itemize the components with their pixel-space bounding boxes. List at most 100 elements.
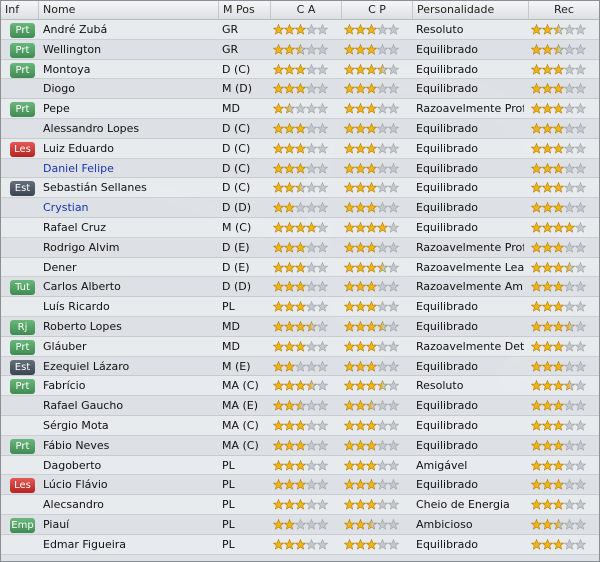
status-badge[interactable]: Prt <box>10 379 35 395</box>
recommendation-cell <box>531 416 599 435</box>
table-row[interactable]: Dagoberto PL Amigável <box>1 455 599 476</box>
player-name[interactable]: Fabrício <box>43 376 218 395</box>
player-name[interactable]: Luís Ricardo <box>43 297 218 316</box>
player-name[interactable]: Dagoberto <box>43 456 218 475</box>
player-name[interactable]: Edmar Figueira <box>43 535 218 554</box>
star-empty-icon <box>387 202 400 213</box>
player-name[interactable]: Montoya <box>43 60 218 79</box>
status-badge[interactable]: Prt <box>10 23 35 38</box>
player-name[interactable]: Wellington <box>43 40 218 59</box>
table-row[interactable]: Est Ezequiel Lázaro M (E) Equilibrado <box>1 356 599 377</box>
star-empty-icon <box>305 122 318 134</box>
status-badge[interactable]: Est <box>10 359 35 375</box>
potential-ability-cell <box>344 357 412 376</box>
status-badge[interactable]: Est <box>10 181 35 197</box>
star-empty-icon <box>305 479 318 491</box>
table-row[interactable]: Luís Ricardo PL Equilibrado <box>1 297 599 317</box>
col-inf-header[interactable]: Inf <box>1 1 39 19</box>
table-row[interactable]: Prt Fábio Neves MA (C) Equilibrado <box>1 435 599 456</box>
table-row[interactable]: Les Lúcio Flávio PL Equilibrado <box>1 475 599 496</box>
table-row[interactable]: Daniel Felipe D (C) Equilibrado <box>1 158 599 179</box>
player-name[interactable]: Alecsandro <box>43 495 218 514</box>
star-full-icon <box>354 360 367 372</box>
star-full-icon <box>541 162 554 174</box>
player-position: D (E) <box>222 240 250 254</box>
status-badge[interactable]: Les <box>10 141 35 157</box>
table-row[interactable]: Alessandro Lopes D (C) Equilibrado <box>1 118 599 139</box>
star-empty-icon <box>387 281 400 293</box>
table-row[interactable]: Rafael Gaucho MA (E) Equilibrado <box>1 396 599 416</box>
status-cell: Prt <box>10 376 36 395</box>
player-name[interactable]: Luiz Eduardo <box>43 139 218 158</box>
table-row[interactable]: Rodrigo Alvim D (E) Razoavelmente Profis..… <box>1 237 599 258</box>
table-row[interactable]: Prt Wellington GR Equilibrado <box>1 39 599 60</box>
table-row[interactable]: Alecsandro PL Cheio de Energia <box>1 495 599 515</box>
table-row[interactable]: Dener D (E) Razoavelmente Leal <box>1 257 599 278</box>
table-row[interactable]: Prt Fabrício MA (C) Resoluto <box>1 376 599 397</box>
status-badge[interactable]: Prt <box>10 62 35 78</box>
player-name[interactable]: Carlos Alberto <box>43 277 218 296</box>
status-badge[interactable]: Prt <box>10 102 35 118</box>
player-name[interactable]: Roberto Lopes <box>43 317 218 336</box>
current-ability-cell <box>273 20 341 39</box>
status-badge[interactable]: Prt <box>10 42 35 58</box>
player-name[interactable]: Crystian <box>43 198 218 217</box>
star-full-icon <box>294 459 307 471</box>
status-badge[interactable]: Emp <box>10 517 35 533</box>
table-row[interactable]: Prt Gláuber MD Razoavelmente Deter... <box>1 336 599 357</box>
table-row[interactable]: Crystian D (D) Equilibrado <box>1 198 599 218</box>
current-ability-cell <box>273 277 341 296</box>
status-badge[interactable]: Prt <box>10 339 35 355</box>
status-badge[interactable]: Tut <box>10 280 35 296</box>
table-row[interactable]: Tut Carlos Alberto D (D) Razoavelmente Ambi… <box>1 277 599 298</box>
table-row[interactable]: Rj Roberto Lopes MD Equilibrado <box>1 316 599 337</box>
player-name[interactable]: Rafael Cruz <box>43 218 218 237</box>
player-name[interactable]: Sebastián Sellanes <box>43 178 218 197</box>
table-row[interactable]: Edmar Figueira PL Equilibrado <box>1 534 599 555</box>
star-full-icon <box>273 43 285 55</box>
col-ca-header[interactable]: C A <box>271 1 342 19</box>
player-name[interactable]: Lúcio Flávio <box>43 475 218 494</box>
status-badge[interactable]: Les <box>10 478 35 494</box>
table-row[interactable]: Emp Piauí PL Ambicioso <box>1 514 599 535</box>
player-name[interactable]: Alessandro Lopes <box>43 119 218 138</box>
star-full-icon <box>541 518 554 530</box>
player-personality: Equilibrado <box>416 399 479 413</box>
player-name[interactable]: Piauí <box>43 515 218 534</box>
player-name[interactable]: Sérgio Mota <box>43 416 218 435</box>
recommendation-cell <box>531 119 599 138</box>
col-cp-header[interactable]: C P <box>342 1 413 19</box>
col-rec-header[interactable]: Rec <box>529 1 599 19</box>
col-nome-header[interactable]: Nome <box>39 1 219 19</box>
star-empty-icon <box>563 24 576 35</box>
table-row[interactable]: Les Luiz Eduardo D (C) Equilibrado <box>1 138 599 159</box>
player-name[interactable]: André Zubá <box>43 20 218 39</box>
player-name[interactable]: Dener <box>43 258 218 277</box>
status-cell: Prt <box>10 99 36 118</box>
table-row[interactable]: Rafael Cruz M (C) Equilibrado <box>1 217 599 238</box>
table-row[interactable]: Diogo M (D) Equilibrado <box>1 79 599 100</box>
current-ability-cell <box>273 198 341 217</box>
player-name[interactable]: Rafael Gaucho <box>43 396 218 415</box>
player-name[interactable]: Gláuber <box>43 337 218 356</box>
star-full-icon <box>531 320 543 332</box>
col-mpos-header[interactable]: M Pos <box>219 1 271 19</box>
table-row[interactable]: Est Sebastián Sellanes D (C) Equilibrado <box>1 178 599 199</box>
table-row[interactable]: Sérgio Mota MA (C) Equilibrado <box>1 415 599 436</box>
table-row[interactable]: Prt Montoya D (C) Equilibrado <box>1 59 599 80</box>
player-name[interactable]: Fábio Neves <box>43 436 218 455</box>
player-name[interactable]: Diogo <box>43 79 218 98</box>
player-personality: Razoavelmente Deter... <box>416 339 524 353</box>
player-name[interactable]: Ezequiel Lázaro <box>43 357 218 376</box>
player-name[interactable]: Pepe <box>43 99 218 118</box>
table-row[interactable]: Prt Pepe MD Razoavelmente Profis... <box>1 99 599 119</box>
status-cell <box>10 218 36 237</box>
col-personalidade-header[interactable]: Personalidade <box>413 1 529 19</box>
table-row[interactable]: Prt André Zubá GR Resoluto <box>1 20 599 40</box>
player-name[interactable]: Daniel Felipe <box>43 159 218 178</box>
status-badge[interactable]: Prt <box>10 438 35 454</box>
potential-ability-cell <box>344 159 412 178</box>
player-name[interactable]: Rodrigo Alvim <box>43 238 218 257</box>
status-cell: Prt <box>10 40 36 59</box>
status-badge[interactable]: Rj <box>10 319 35 335</box>
